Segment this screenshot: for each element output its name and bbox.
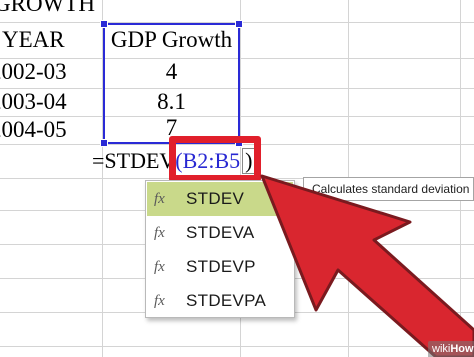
wikihow-watermark: wikiHow xyxy=(428,341,474,357)
red-arrow-icon xyxy=(260,174,474,357)
spreadsheet-screenshot: GROWTH YEAR GDP Growth 2002-03 4 2003-04… xyxy=(0,0,474,357)
